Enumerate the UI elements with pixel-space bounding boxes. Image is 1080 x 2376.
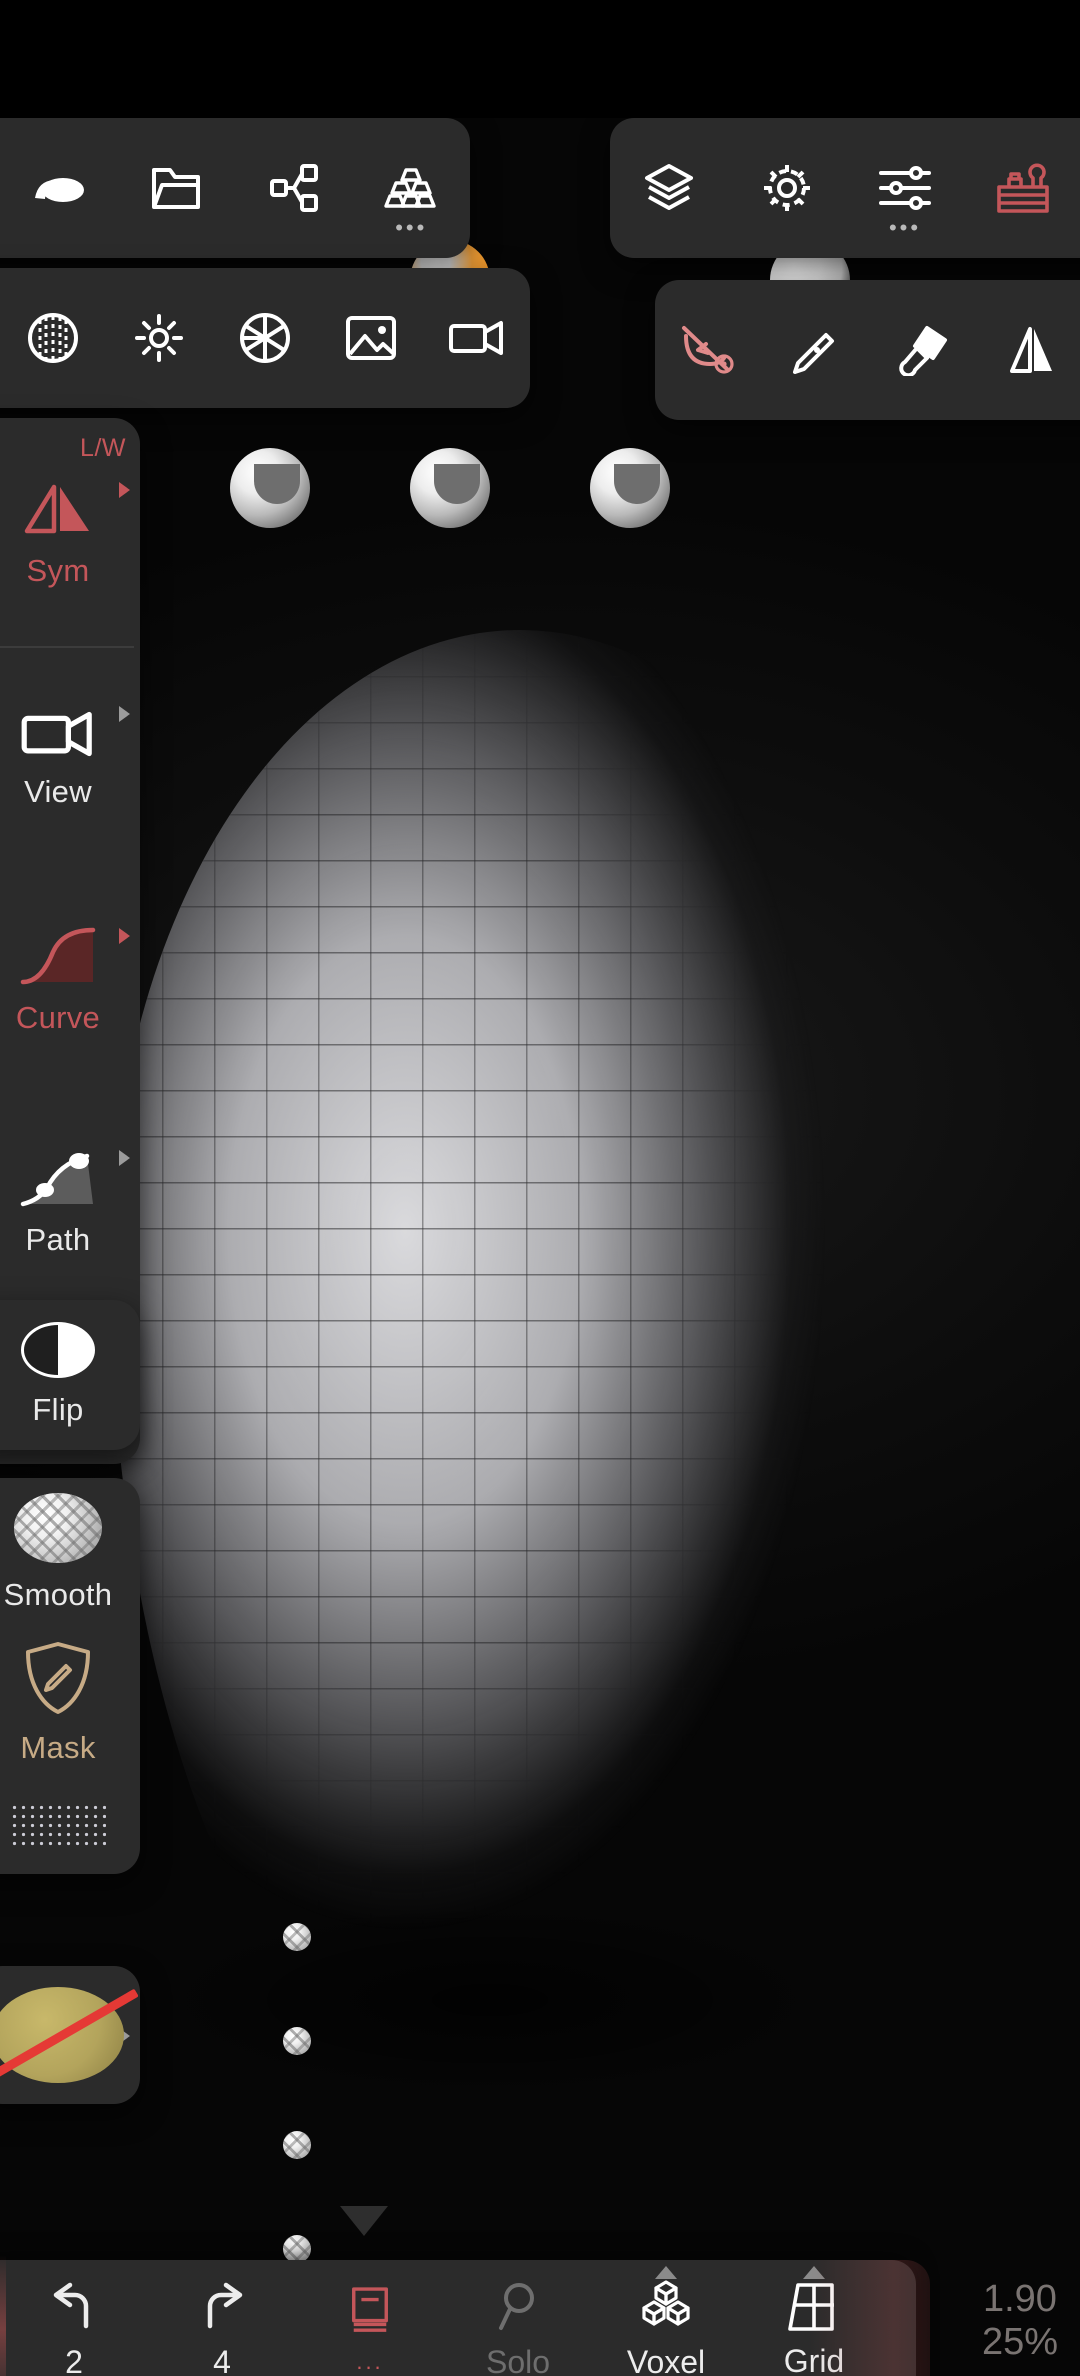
dither-pattern-icon	[10, 1803, 106, 1849]
no-falloff-gear-icon[interactable]	[663, 295, 755, 405]
sidebar-item-label: Mask	[20, 1730, 96, 1765]
smooth-sphere-icon	[282, 2234, 311, 2263]
bottom-label: Voxel	[626, 2343, 706, 2376]
gear-icon[interactable]	[741, 133, 833, 243]
chevron-right-icon[interactable]	[119, 1150, 130, 1166]
smooth-sphere-icon	[282, 2026, 311, 2055]
bottom-label: 4	[213, 2343, 231, 2376]
overflow-dots[interactable]: •••	[859, 217, 951, 239]
bottom-bar-edge-glow	[0, 2255, 6, 2376]
smooth-sphere-icon	[14, 1493, 102, 1563]
bottom-grid[interactable]: Grid	[740, 2260, 888, 2376]
sidebar-item-label: Smooth	[3, 1577, 113, 1612]
sidebar-item-label: Sym	[26, 553, 90, 588]
sym-badge: L/W	[80, 434, 126, 462]
curve-icon	[20, 927, 96, 985]
top-toolbar-left: •••	[0, 118, 470, 258]
caret-up-icon[interactable]	[803, 2266, 825, 2279]
folder-icon[interactable]	[130, 133, 222, 243]
bottom-label: Grid	[783, 2342, 845, 2376]
chevron-right-icon[interactable]	[119, 482, 130, 498]
model-shadow	[140, 1900, 840, 2100]
sidebar-item-material-swatch[interactable]	[0, 1966, 140, 2104]
caret-up-icon[interactable]	[655, 2266, 677, 2279]
mask-shield-icon	[26, 1642, 90, 1714]
paintbrush-icon[interactable]	[771, 295, 863, 405]
smooth-sphere-icon	[282, 1922, 311, 1951]
sidebar-item-label: Flip	[32, 1392, 84, 1427]
toolbox-icon[interactable]	[977, 133, 1069, 243]
sidebar-item-flip[interactable]: Flip	[0, 1300, 140, 1450]
bottom-history[interactable]: ...	[296, 2260, 444, 2376]
bottom-label: 2	[65, 2343, 83, 2376]
video-camera-icon[interactable]	[431, 283, 523, 393]
sidebar-item-sym[interactable]: L/W Sym	[0, 424, 140, 646]
bottom-redo[interactable]: 4	[148, 2260, 296, 2376]
sidebar-item-label: Curve	[15, 1000, 101, 1035]
pinch-thumb	[230, 448, 310, 528]
sidebar-item-dither[interactable]	[0, 1778, 140, 1874]
pinch-thumb	[410, 448, 490, 528]
magnifier-icon	[499, 2282, 534, 2330]
zoom-info: 1.90 25%	[982, 2278, 1058, 2363]
bottom-solo[interactable]: Solo	[444, 2260, 592, 2376]
sidebar-item-curve[interactable]: Curve	[0, 870, 140, 1092]
light-sun-icon[interactable]	[113, 283, 205, 393]
bottom-toolbar: 2 4 ... Solo Voxel Grid	[0, 2260, 930, 2376]
sidebar-item-label: Path	[25, 1222, 91, 1257]
matcap-disabled-icon	[0, 1987, 124, 2083]
image-icon[interactable]	[325, 283, 417, 393]
undo-arrow-icon	[53, 2282, 89, 2328]
paint-roller-icon[interactable]	[878, 295, 970, 405]
second-toolbar-right	[655, 280, 1080, 420]
app-root: ••• ••• L/W Sym View Curve Path Flip Smo…	[0, 0, 1080, 2376]
topology-stack-icon[interactable]: •••	[365, 133, 457, 243]
bottom-undo[interactable]: 2	[0, 2260, 148, 2376]
left-sidebar-group-d	[0, 1966, 140, 2104]
video-camera-icon	[21, 711, 92, 757]
redo-arrow-icon	[207, 2282, 243, 2328]
bottom-label: ...	[356, 2349, 384, 2374]
sidebar-item-mask[interactable]: Mask	[0, 1628, 140, 1778]
pinch-thumb	[590, 448, 670, 528]
second-toolbar-left	[0, 268, 530, 408]
aperture-icon[interactable]	[219, 283, 311, 393]
layers-icon[interactable]	[623, 133, 715, 243]
sculpt-icon[interactable]	[13, 133, 105, 243]
zoom-scale: 1.90	[982, 2278, 1057, 2320]
top-toolbar-right: •••	[610, 118, 1080, 258]
flip-contrast-icon	[21, 1322, 95, 1378]
grid-icon	[788, 2282, 834, 2331]
smooth-sphere-icon	[282, 2130, 311, 2159]
symmetry-icon	[24, 484, 89, 534]
bottom-label: Solo	[485, 2343, 551, 2376]
matcap-sphere-icon[interactable]	[7, 283, 99, 393]
left-sidebar-group-b: Flip	[0, 1300, 140, 1450]
path-icon	[20, 1153, 93, 1207]
voxel-cubes-icon	[642, 2279, 690, 2326]
sidebar-item-smooth[interactable]: Smooth	[0, 1478, 140, 1628]
chevron-right-icon[interactable]	[119, 706, 130, 722]
zoom-percent: 25%	[981, 2320, 1058, 2363]
overflow-dots[interactable]: •••	[365, 217, 457, 239]
chevron-right-icon[interactable]	[119, 928, 130, 944]
sidebar-item-label: View	[24, 774, 92, 809]
left-sidebar-group-c: Smooth Mask	[0, 1478, 140, 1874]
bottom-voxel[interactable]: Voxel	[592, 2260, 740, 2376]
book-icon	[352, 2287, 388, 2332]
sidebar-item-view[interactable]: View	[0, 648, 140, 870]
history-panel-pointer	[340, 2206, 388, 2236]
sliders-icon[interactable]: •••	[859, 133, 951, 243]
status-bar	[0, 0, 1080, 118]
mirror-icon[interactable]	[986, 295, 1078, 405]
share-nodes-icon[interactable]	[248, 133, 340, 243]
sidebar-item-path[interactable]: Path	[0, 1092, 140, 1314]
